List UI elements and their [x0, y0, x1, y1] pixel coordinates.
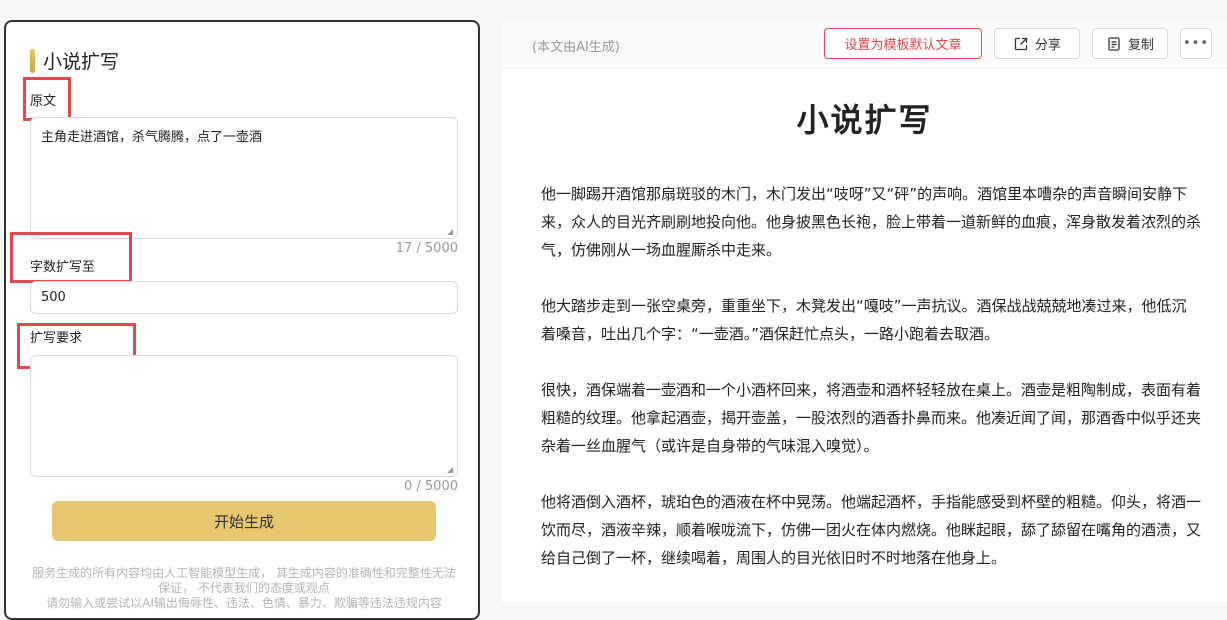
wordcount-input[interactable]: 500 [30, 281, 458, 314]
requirements-char-counter: 0 / 5000 [404, 479, 458, 494]
copy-label: 复制 [1127, 38, 1154, 53]
article-paragraph: 他将酒倒入酒杯，琥珀色的酒液在杯中晃荡。他端起酒杯，手指能感受到杯壁的粗糙。仰头… [541, 493, 1202, 567]
disclaimer-line: 保证， 不代表我们的态度或观点 [158, 581, 330, 595]
disclaimer-line: 请勿输入或尝试以AI输出侮辱性、违法、色情、暴力、欺骗等违法违规内容 [46, 596, 442, 610]
share-button[interactable]: 分享 [994, 28, 1080, 59]
wordcount-label: 字数扩写至 [30, 260, 96, 275]
disclaimer: 服务生成的所有内容均由人工智能模型生成， 其生成内容的准确性和完整性无法 保证，… [26, 566, 462, 611]
document-title: 小说扩写 [796, 101, 933, 139]
result-panel: (本文由AI生成) 设置为模板默认文章 分享 复制 ••• 小说扩写 他一脚踢开… [502, 20, 1227, 602]
wordcount-value: 500 [41, 290, 66, 305]
article-paragraph: 很快，酒保端着一壶酒和一个小酒杯回来，将酒壶和酒杯轻轻放在桌上。酒壶是粗陶制成，… [541, 381, 1202, 455]
title-accent-bar [30, 48, 35, 73]
set-default-template-button[interactable]: 设置为模板默认文章 [824, 28, 982, 59]
original-text-value: 主角走进酒馆，杀气腾腾，点了一壶酒 [41, 130, 263, 145]
copy-button[interactable]: 复制 [1092, 28, 1168, 59]
more-options-button[interactable]: ••• [1180, 28, 1212, 59]
copy-icon [1106, 36, 1122, 52]
resize-grip-icon[interactable]: ◢ [447, 228, 455, 236]
share-icon [1013, 36, 1029, 52]
ai-generated-note: (本文由AI生成) [532, 40, 620, 55]
panel-header: 小说扩写 [30, 47, 119, 74]
result-toolbar: (本文由AI生成) 设置为模板默认文章 分享 复制 ••• [502, 20, 1227, 69]
expand-form-panel: 小说扩写 原文 主角走进酒馆，杀气腾腾，点了一壶酒 ◢ 17 / 5000 字数… [4, 20, 480, 620]
share-label: 分享 [1034, 38, 1061, 53]
original-char-counter: 17 / 5000 [395, 241, 458, 256]
original-label: 原文 [30, 94, 57, 109]
panel-title: 小说扩写 [43, 51, 120, 73]
requirements-label: 扩写要求 [30, 331, 83, 346]
article-paragraph: 他大踏步走到一张空桌旁，重重坐下，木凳发出“嘎吱”一声抗议。酒保战战兢兢地凑过来… [541, 297, 1187, 343]
article-body: 他一脚踢开酒馆那扇斑驳的木门，木门发出“吱呀”又“砰”的声响。酒馆里本嘈杂的声音… [541, 180, 1201, 600]
requirements-input[interactable]: ◢ [30, 355, 458, 477]
article-paragraph: 他一脚踢开酒馆那扇斑驳的木门，木门发出“吱呀”又“砰”的声响。酒馆里本嘈杂的声音… [541, 185, 1202, 259]
resize-grip-icon[interactable]: ◢ [447, 466, 455, 474]
disclaimer-line: 服务生成的所有内容均由人工智能模型生成， 其生成内容的准确性和完整性无法 [32, 566, 456, 580]
original-text-input[interactable]: 主角走进酒馆，杀气腾腾，点了一壶酒 ◢ [30, 117, 458, 239]
start-generate-button[interactable]: 开始生成 [52, 501, 436, 541]
